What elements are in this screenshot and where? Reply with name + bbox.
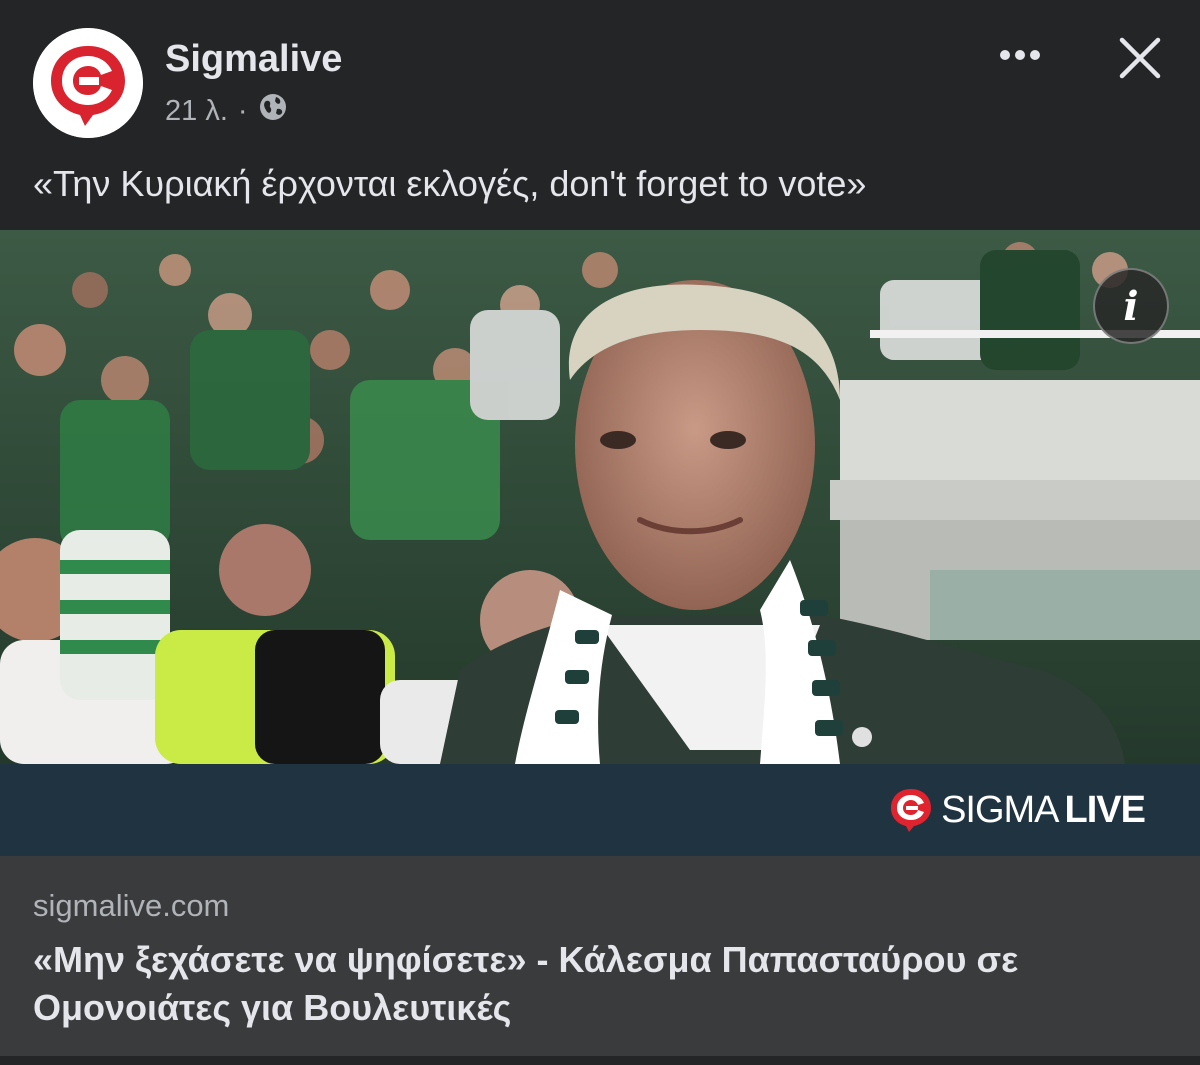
stadium-photo bbox=[0, 230, 1200, 764]
sigmalive-logo-icon bbox=[33, 28, 143, 138]
post-meta: 21 λ. · bbox=[165, 92, 288, 130]
link-domain[interactable]: sigmalive.com bbox=[33, 888, 229, 924]
info-icon: i bbox=[1123, 282, 1139, 330]
more-horizontal-icon bbox=[1000, 50, 1040, 60]
divider bbox=[0, 1056, 1200, 1065]
more-options-button[interactable] bbox=[990, 30, 1050, 80]
post-caption: «Την Κυριακή έρχονται εκλογές, don't for… bbox=[33, 163, 867, 204]
info-button[interactable]: i bbox=[1093, 268, 1169, 344]
meta-separator: · bbox=[237, 94, 248, 127]
image-banner: SIGMA LIVE bbox=[0, 764, 1200, 856]
post-header: Sigmalive 21 λ. · «Την Κυριακή έρχονται … bbox=[0, 0, 1200, 230]
link-headline[interactable]: «Μην ξεχάσετε να ψηφίσετε» - Κάλεσμα Παπ… bbox=[33, 936, 1163, 1032]
page-avatar[interactable] bbox=[33, 28, 143, 138]
post-photo[interactable] bbox=[0, 230, 1200, 764]
sigmalive-logo-icon bbox=[891, 789, 932, 832]
banner-logo: SIGMA LIVE bbox=[887, 786, 1146, 834]
page-name[interactable]: Sigmalive bbox=[165, 38, 342, 81]
post-time[interactable]: 21 λ. bbox=[165, 95, 228, 128]
close-button[interactable] bbox=[1110, 28, 1170, 88]
banner-logo-text-b: LIVE bbox=[1064, 788, 1146, 831]
close-icon bbox=[1119, 37, 1161, 79]
banner-logo-text-a: SIGMA bbox=[941, 788, 1059, 831]
globe-icon bbox=[258, 92, 288, 130]
